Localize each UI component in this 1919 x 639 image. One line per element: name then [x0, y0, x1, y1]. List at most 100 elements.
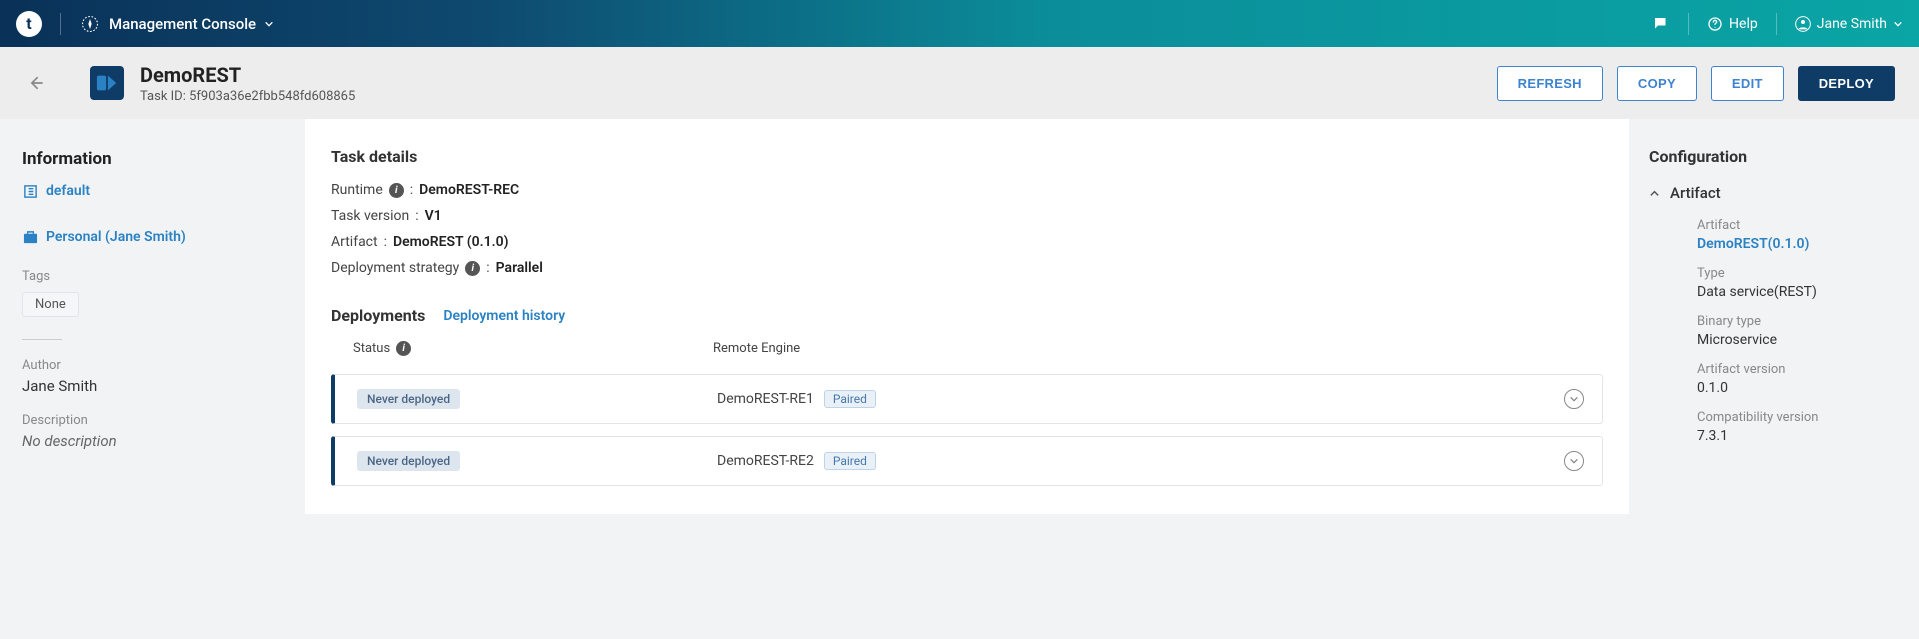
r-artifact-link[interactable]: DemoREST(0.1.0) [1697, 236, 1897, 252]
status-badge: Never deployed [357, 389, 460, 409]
deployments-table-header: Status i Remote Engine [331, 335, 1603, 362]
r-compat-lbl: Compatibility version [1697, 410, 1897, 425]
edit-button[interactable]: EDIT [1711, 66, 1784, 101]
status-badge: Never deployed [357, 451, 460, 471]
page-title: DemoREST [140, 63, 355, 87]
author-value: Jane Smith [22, 377, 281, 395]
artifact-value: DemoREST (0.1.0) [393, 234, 509, 250]
artifact-label: Artifact [331, 234, 378, 250]
strategy-label: Deployment strategy [331, 260, 459, 276]
engine-name: DemoREST-RE1 [717, 391, 814, 407]
r-binary-lbl: Binary type [1697, 314, 1897, 329]
toolbar-actions: REFRESH COPY EDIT DEPLOY [1497, 66, 1895, 101]
title-text: DemoREST Task ID: 5f903a36e2fbb548fd6088… [140, 63, 355, 104]
environment-icon [22, 183, 38, 199]
runtime-value: DemoREST-REC [419, 182, 519, 198]
nav-default-label: default [46, 183, 90, 199]
artifact-section-label: Artifact [1670, 184, 1721, 202]
col-status-label: Status [353, 341, 390, 356]
title-area: DemoREST Task ID: 5f903a36e2fbb548fd6088… [72, 63, 355, 104]
divider [22, 339, 62, 340]
deployment-row: Never deployed DemoREST-RE1 Paired [331, 374, 1603, 424]
deployments-heading: Deployments [331, 306, 425, 325]
tags-label: Tags [22, 269, 281, 284]
paired-badge: Paired [824, 390, 876, 408]
r-ver-lbl: Artifact version [1697, 362, 1897, 377]
workspace-icon [22, 229, 38, 245]
nav-item-default[interactable]: default [22, 183, 281, 199]
description-label: Description [22, 413, 281, 428]
content: Information default Personal (Jane Smith… [0, 119, 1919, 514]
r-binary-val: Microservice [1697, 332, 1897, 348]
chevron-down-icon [264, 19, 274, 29]
artifact-details: Artifact DemoREST(0.1.0) Type Data servi… [1649, 218, 1897, 444]
task-id-value: 5f903a36e2fbb548fd608865 [189, 89, 355, 104]
user-name-label: Jane Smith [1817, 16, 1887, 32]
artifact-accordion[interactable]: Artifact [1649, 184, 1897, 202]
notifications-icon[interactable] [1652, 15, 1670, 33]
divider [1776, 13, 1777, 35]
r-artifact-lbl: Artifact [1697, 218, 1897, 233]
page-toolbar: DemoREST Task ID: 5f903a36e2fbb548fd6088… [0, 47, 1919, 119]
app-name-label: Management Console [109, 15, 256, 33]
strategy-value: Parallel [496, 260, 543, 276]
version-value: V1 [425, 208, 442, 224]
tag-none: None [22, 292, 79, 317]
description-value: No description [22, 432, 281, 450]
paired-badge: Paired [824, 452, 876, 470]
detail-runtime: Runtime i : DemoREST-REC [331, 182, 1603, 198]
info-icon[interactable]: i [396, 341, 411, 356]
info-icon[interactable]: i [465, 261, 480, 276]
app-switcher[interactable]: Management Console [79, 13, 274, 35]
details-heading: Task details [331, 147, 1603, 166]
right-pane: Configuration Artifact Artifact DemoREST… [1629, 119, 1919, 514]
task-id-line: Task ID: 5f903a36e2fbb548fd608865 [140, 89, 355, 104]
expand-row-button[interactable] [1564, 451, 1584, 471]
version-label: Task version [331, 208, 409, 224]
author-label: Author [22, 358, 281, 373]
engine-name: DemoREST-RE2 [717, 453, 814, 469]
r-ver-val: 0.1.0 [1697, 380, 1897, 396]
divider [60, 13, 61, 35]
deploy-button[interactable]: DEPLOY [1798, 66, 1895, 101]
detail-artifact: Artifact : DemoREST (0.1.0) [331, 234, 1603, 250]
r-type-val: Data service(REST) [1697, 284, 1897, 300]
config-heading: Configuration [1649, 147, 1897, 166]
left-pane: Information default Personal (Jane Smith… [0, 119, 305, 514]
colon: : [486, 260, 489, 276]
info-icon[interactable]: i [389, 183, 404, 198]
divider [1688, 13, 1689, 35]
chevron-down-icon [1893, 19, 1903, 29]
task-id-label: Task ID: [140, 89, 186, 104]
compass-icon [79, 13, 101, 35]
help-label: Help [1729, 16, 1758, 32]
user-menu[interactable]: Jane Smith [1795, 16, 1903, 32]
logo-icon[interactable]: t [16, 11, 42, 37]
runtime-label: Runtime [331, 182, 383, 198]
colon: : [410, 182, 413, 198]
detail-strategy: Deployment strategy i : Parallel [331, 260, 1603, 276]
topbar: t Management Console Help Jane Smith [0, 0, 1919, 47]
deployment-history-link[interactable]: Deployment history [443, 308, 565, 324]
deployment-row: Never deployed DemoREST-RE2 Paired [331, 436, 1603, 486]
nav-item-personal[interactable]: Personal (Jane Smith) [22, 229, 281, 245]
colon: : [415, 208, 418, 224]
info-heading: Information [22, 149, 281, 169]
col-engine-label: Remote Engine [713, 341, 1581, 356]
back-button[interactable] [0, 47, 72, 119]
colon: : [384, 234, 387, 250]
topbar-left: t Management Console [16, 11, 274, 37]
expand-row-button[interactable] [1564, 389, 1584, 409]
copy-button[interactable]: COPY [1617, 66, 1697, 101]
r-type-lbl: Type [1697, 266, 1897, 281]
detail-version: Task version : V1 [331, 208, 1603, 224]
task-type-icon [90, 66, 124, 100]
center-pane: Task details Runtime i : DemoREST-REC Ta… [305, 119, 1629, 514]
deployments-header: Deployments Deployment history [331, 306, 1603, 325]
help-link[interactable]: Help [1707, 16, 1758, 32]
r-compat-val: 7.3.1 [1697, 428, 1897, 444]
chevron-up-icon [1649, 188, 1660, 199]
topbar-right: Help Jane Smith [1652, 13, 1903, 35]
refresh-button[interactable]: REFRESH [1497, 66, 1603, 101]
nav-personal-label: Personal (Jane Smith) [46, 229, 186, 245]
